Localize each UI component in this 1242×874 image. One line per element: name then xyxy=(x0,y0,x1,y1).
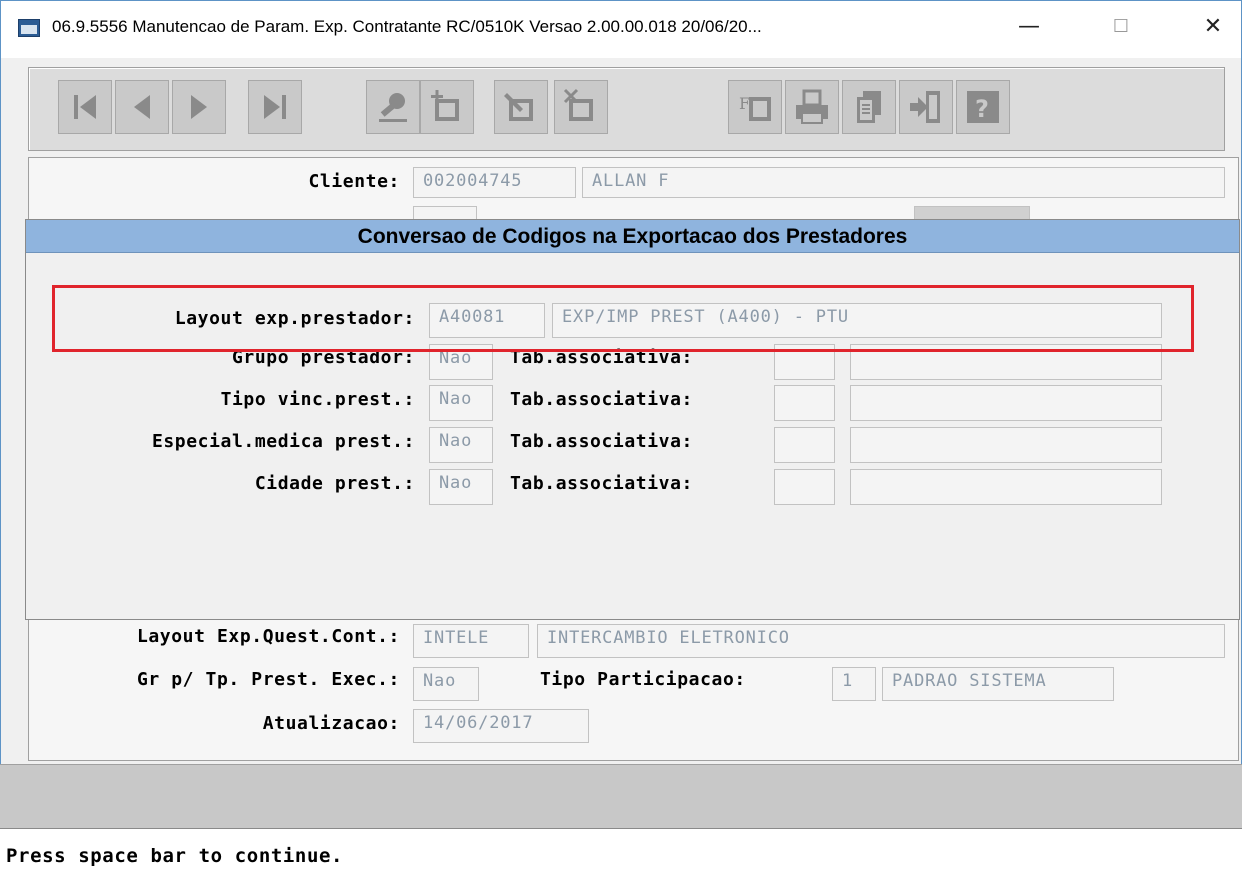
svg-text:F: F xyxy=(739,94,750,113)
tipo-vinc-tab-code-field[interactable] xyxy=(774,385,835,421)
tipo-vinc-field[interactable]: Nao xyxy=(429,385,493,421)
cliente-name-field[interactable]: ALLAN F xyxy=(582,167,1225,198)
copy-button[interactable] xyxy=(842,80,896,134)
cidade-tab-code-field[interactable] xyxy=(774,469,835,505)
window-title: 06.9.5556 Manutencao de Param. Exp. Cont… xyxy=(52,17,762,36)
print-button[interactable] xyxy=(785,80,839,134)
cidade-prest-label: Cidade prest.: xyxy=(254,473,415,494)
cliente-label: Cliente: xyxy=(308,171,400,192)
cliente-code-field[interactable]: 002004745 xyxy=(413,167,576,198)
print-icon xyxy=(796,89,828,124)
add-record-button[interactable] xyxy=(420,80,474,134)
tipo-vinc-label: Tipo vinc.prest.: xyxy=(220,389,415,410)
delete-record-icon xyxy=(563,88,593,121)
filter-button[interactable]: F xyxy=(728,80,782,134)
layout-cp-field[interactable] xyxy=(413,206,477,220)
exit-icon xyxy=(910,91,940,123)
app-icon xyxy=(18,19,40,37)
svg-text:?: ? xyxy=(975,95,989,123)
message-area xyxy=(0,764,1242,828)
especial-tab-code-field[interactable] xyxy=(774,427,835,463)
copy-icon xyxy=(857,91,881,123)
cidade-tab-desc-field[interactable] xyxy=(850,469,1162,505)
close-button[interactable]: ✕ xyxy=(1190,4,1236,48)
delete-record-button[interactable] xyxy=(554,80,608,134)
exit-button[interactable] xyxy=(899,80,953,134)
cidade-tab-label: Tab.associativa: xyxy=(510,473,693,494)
next-record-icon xyxy=(191,95,207,119)
tipo-part-desc-field[interactable]: PADRAO SISTEMA xyxy=(882,667,1114,701)
dialog-title: Conversao de Codigos na Exportacao dos P… xyxy=(26,220,1239,253)
help-icon: ? xyxy=(967,91,999,123)
search-key-icon xyxy=(379,93,407,122)
help-button[interactable]: ? xyxy=(956,80,1010,134)
edit-record-icon xyxy=(504,93,533,121)
highlight-box xyxy=(52,285,1194,352)
layout-quest-label: Layout Exp.Quest.Cont.: xyxy=(136,626,400,647)
atualizacao-label: Atualizacao: xyxy=(262,713,400,734)
minimize-button[interactable]: — xyxy=(1006,4,1052,48)
especial-medica-label: Especial.medica prest.: xyxy=(151,431,415,452)
add-record-icon xyxy=(431,90,459,121)
first-record-icon xyxy=(74,95,96,119)
tipo-part-label: Tipo Participacao: xyxy=(540,669,746,690)
layout-quest-desc-field[interactable]: INTERCAMBIO ELETRONICO xyxy=(537,624,1225,658)
last-record-icon xyxy=(264,95,286,119)
tipo-part-code-field[interactable]: 1 xyxy=(832,667,876,701)
especial-tab-desc-field[interactable] xyxy=(850,427,1162,463)
gr-tp-field[interactable]: Nao xyxy=(413,667,479,701)
maximize-button[interactable]: ☐ xyxy=(1098,4,1144,48)
status-message: Press space bar to continue. xyxy=(6,845,344,867)
last-record-button[interactable] xyxy=(248,80,302,134)
previous-record-icon xyxy=(134,95,150,119)
first-record-button[interactable] xyxy=(58,80,112,134)
atualizacao-field[interactable]: 14/06/2017 xyxy=(413,709,589,743)
cidade-prest-field[interactable]: Nao xyxy=(429,469,493,505)
search-key-button[interactable] xyxy=(366,80,420,134)
edit-record-button[interactable] xyxy=(494,80,548,134)
tipo-vinc-tab-desc-field[interactable] xyxy=(850,385,1162,421)
next-record-button[interactable] xyxy=(172,80,226,134)
especial-medica-field[interactable]: Nao xyxy=(429,427,493,463)
previous-record-button[interactable] xyxy=(115,80,169,134)
versao-layout-field[interactable] xyxy=(914,206,1030,220)
filter-icon: F xyxy=(739,94,771,121)
gr-tp-label: Gr p/ Tp. Prest. Exec.: xyxy=(136,669,400,690)
tipo-vinc-tab-label: Tab.associativa: xyxy=(510,389,693,410)
especial-tab-label: Tab.associativa: xyxy=(510,431,693,452)
layout-quest-code-field[interactable]: INTELE xyxy=(413,624,529,658)
